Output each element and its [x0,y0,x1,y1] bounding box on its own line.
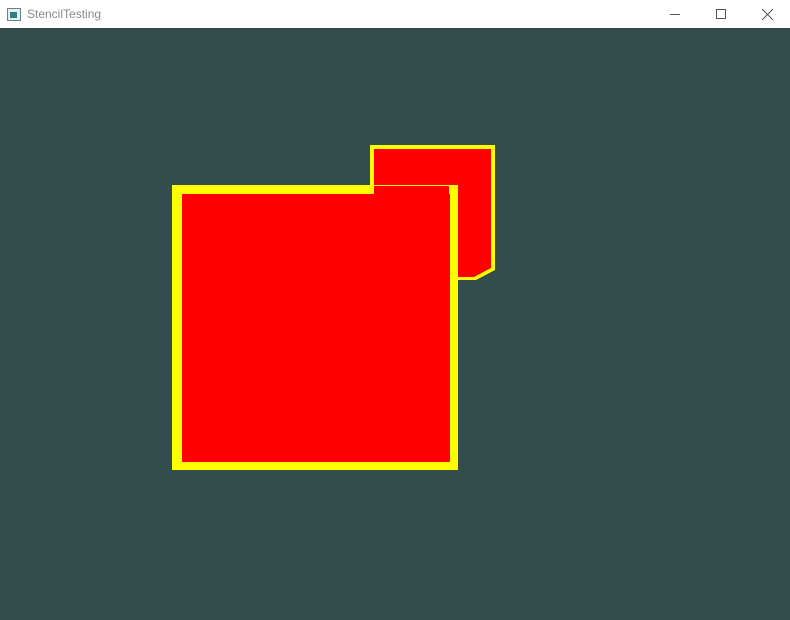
overlap-fill [374,186,449,198]
maximize-button[interactable] [698,0,744,28]
maximize-icon [716,9,726,19]
app-icon [7,7,21,21]
front-cube-fill [182,194,450,462]
close-button[interactable] [744,0,790,28]
window-controls [652,0,790,28]
close-icon [761,8,773,20]
minimize-icon [670,14,680,15]
title-bar[interactable]: StencilTesting [0,0,790,28]
app-window: StencilTesting [0,0,790,620]
render-viewport[interactable] [0,28,790,620]
window-title: StencilTesting [27,7,102,21]
minimize-button[interactable] [652,0,698,28]
stencil-scene [172,145,495,470]
